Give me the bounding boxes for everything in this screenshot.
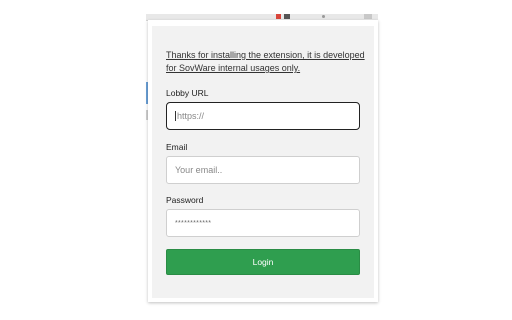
login-panel: Thanks for installing the extension, it … (152, 26, 374, 298)
text-caret (175, 111, 176, 121)
password-masked-value: ************ (175, 219, 212, 227)
email-label: Email (166, 142, 188, 152)
toolbar-dot-icon (322, 15, 325, 18)
password-input[interactable]: ************ (166, 209, 360, 237)
email-placeholder: Your email.. (175, 165, 223, 175)
password-label: Password (166, 195, 204, 205)
lobby-url-placeholder: https:// (177, 111, 205, 121)
toolbar-icon-red (276, 14, 281, 19)
toolbar-icon-grey (364, 14, 372, 19)
extension-icon[interactable] (284, 14, 290, 19)
email-input[interactable]: Your email.. (166, 156, 360, 184)
intro-text: Thanks for installing the extension, it … (166, 50, 365, 73)
extension-popup: Thanks for installing the extension, it … (148, 20, 378, 302)
lobby-url-label: Lobby URL (166, 88, 209, 98)
login-button[interactable]: Login (166, 249, 360, 275)
lobby-url-input[interactable]: https:// (166, 102, 360, 130)
